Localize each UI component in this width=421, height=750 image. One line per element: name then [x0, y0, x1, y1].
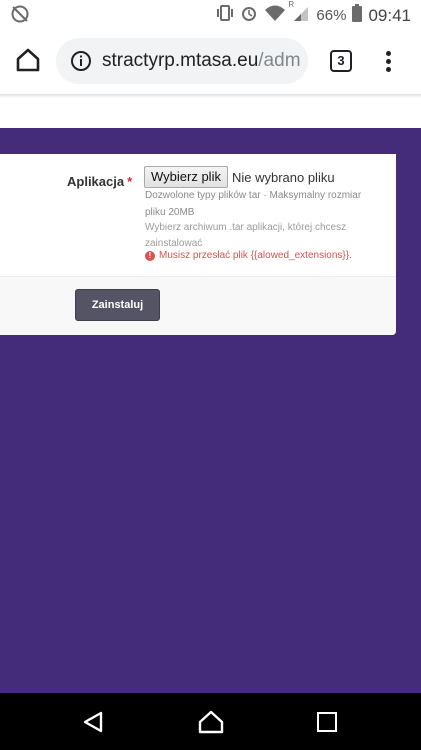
android-nav-bar — [0, 693, 421, 750]
battery-percent: 66% — [316, 7, 347, 24]
field-label-text: Aplikacja — [67, 174, 125, 189]
file-input: Wybierz plik Nie wybrano pliku — [144, 166, 335, 188]
tabs-icon[interactable]: 3 — [330, 50, 352, 72]
exclamation-icon: ! — [145, 250, 155, 261]
toolbar-shadow — [0, 94, 421, 98]
install-app-card: Aplikacja * Wybierz plik Nie wybrano plik… — [0, 154, 396, 335]
alarm-icon — [240, 4, 258, 27]
no-sync-icon — [10, 4, 30, 29]
file-types-hint: Dozwolone typy plików tar · Maksymalny r… — [145, 190, 362, 218]
wifi-icon — [264, 4, 286, 27]
signal-icon: R — [288, 0, 310, 27]
url-host: stractyrp.mtasa.eu — [102, 50, 259, 71]
battery-icon — [352, 4, 363, 27]
page-header-strip — [0, 94, 421, 128]
clock: 09:41 — [368, 5, 411, 25]
error-message: ! Musisz przesłać plik {{alowed_extensio… — [145, 250, 385, 261]
install-button[interactable]: Zainstaluj — [75, 289, 160, 321]
required-mark: * — [127, 174, 133, 189]
url-text: stractyrp.mtasa.eu/adm — [102, 50, 301, 72]
status-bar: R 66% 09:41 — [0, 0, 421, 30]
back-icon[interactable] — [82, 711, 104, 738]
home-icon[interactable] — [198, 710, 224, 739]
address-bar[interactable]: stractyrp.mtasa.eu/adm — [56, 38, 308, 84]
home-icon[interactable] — [14, 46, 42, 74]
field-description: Wybierz archiwum .tar aplikacji, której … — [145, 222, 347, 249]
form-body: Aplikacja * Wybierz plik Nie wybrano plik… — [0, 154, 396, 276]
form-footer — [0, 276, 396, 335]
info-icon[interactable] — [70, 50, 92, 72]
roaming-indicator: R — [288, 0, 295, 9]
menu-icon[interactable] — [380, 48, 396, 76]
error-text: Musisz przesłać plik {{alowed_extensions… — [159, 250, 352, 261]
file-status: Nie wybrano pliku — [231, 169, 335, 185]
vibrate-icon — [216, 4, 234, 27]
url-path: /adm — [258, 50, 301, 71]
recent-apps-icon[interactable] — [317, 712, 337, 732]
choose-file-button[interactable]: Wybierz plik — [144, 166, 228, 188]
browser-toolbar: stractyrp.mtasa.eu/adm 3 — [0, 30, 421, 94]
field-label: Aplikacja * — [67, 174, 132, 189]
